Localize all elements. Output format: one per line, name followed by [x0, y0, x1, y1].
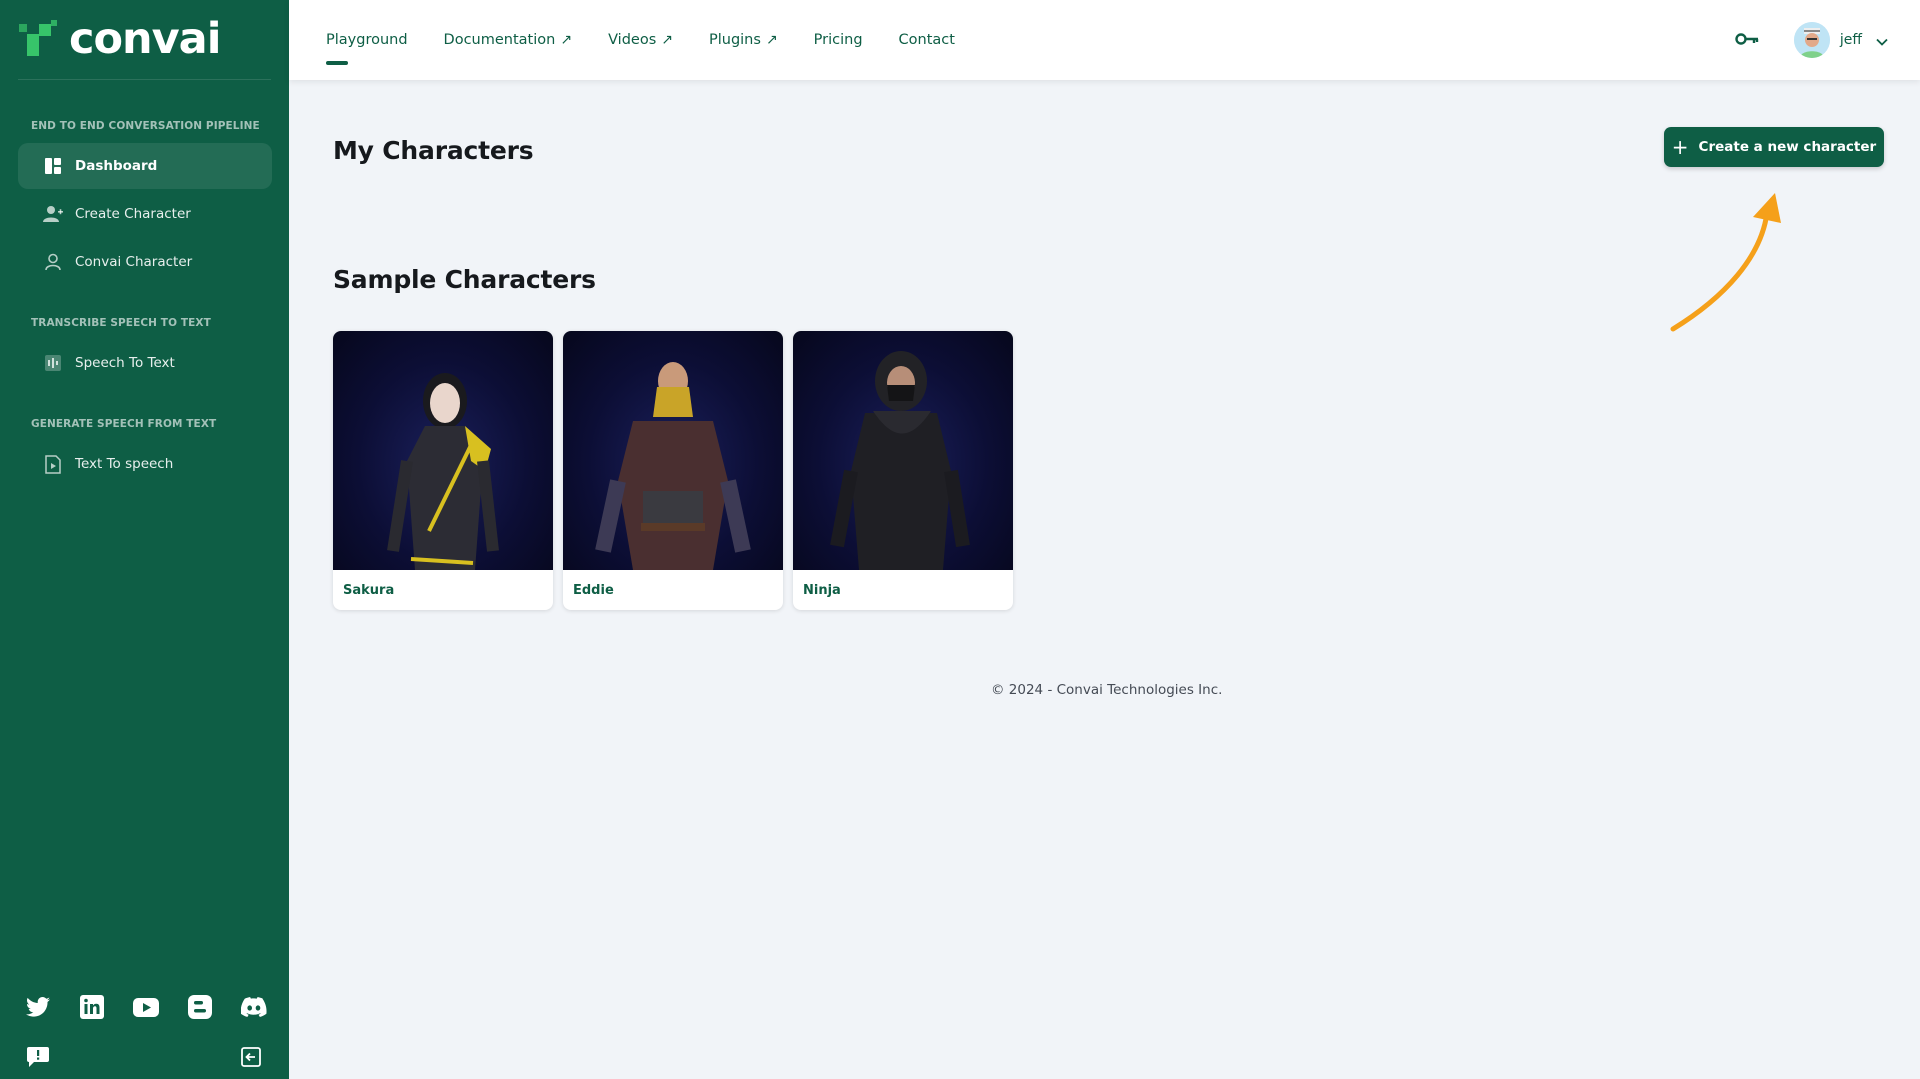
section-label-text-to-speech: GENERATE SPEECH FROM TEXT — [31, 418, 217, 430]
character-card-ninja[interactable]: Ninja — [793, 331, 1013, 610]
sidebar-item-label: Create Character — [75, 206, 191, 222]
linkedin-icon[interactable] — [78, 993, 106, 1021]
top-nav: Playground Documentation ↗ Videos ↗ Plugin… — [326, 0, 991, 80]
external-link-icon: ↗ — [661, 32, 673, 48]
sidebar-item-text-to-speech[interactable]: Text To speech — [18, 441, 272, 487]
section-label-pipeline: END TO END CONVERSATION PIPELINE — [31, 120, 260, 132]
top-bar: Playground Documentation ↗ Videos ↗ Plugin… — [289, 0, 1920, 80]
collapse-sidebar-icon[interactable] — [238, 1044, 264, 1070]
character-name: Sakura — [343, 582, 395, 598]
sidebar-item-label: Convai Character — [75, 254, 193, 270]
external-link-icon: ↗ — [765, 32, 778, 48]
sidebar-item-label: Text To speech — [75, 456, 174, 472]
api-key-icon[interactable] — [1734, 28, 1760, 50]
character-name: Eddie — [573, 582, 614, 598]
create-character-button[interactable]: + Create a new character — [1664, 127, 1884, 167]
dashboard-icon — [42, 155, 64, 177]
character-card-sakura[interactable]: Sakura — [333, 331, 553, 610]
sidebar: convai END TO END CONVERSATION PIPELINE … — [0, 0, 289, 1079]
user-outline-icon — [42, 251, 64, 273]
sidebar-item-dashboard[interactable]: Dashboard — [18, 143, 272, 189]
character-name: Ninja — [803, 582, 841, 598]
plus-icon: + — [1671, 135, 1689, 159]
copyright-footer: © 2024 - Convai Technologies Inc. — [991, 682, 1223, 698]
nav-link-contact[interactable]: Contact — [899, 32, 955, 48]
nav-link-pricing[interactable]: Pricing — [814, 32, 863, 48]
feedback-icon[interactable] — [25, 1044, 51, 1070]
user-plus-icon — [42, 203, 64, 225]
sample-characters-title: Sample Characters — [333, 265, 596, 294]
character-image — [563, 331, 783, 570]
blogger-icon[interactable] — [186, 993, 214, 1021]
logo-divider — [18, 79, 271, 80]
logo-text: convai — [69, 13, 221, 64]
document-play-icon — [42, 453, 64, 475]
sidebar-item-label: Dashboard — [75, 158, 158, 174]
sample-characters-list: Sakura Eddie Ninja — [333, 331, 1013, 610]
discord-icon[interactable] — [240, 993, 268, 1021]
nav-link-playground[interactable]: Playground — [326, 32, 408, 65]
create-character-label: Create a new character — [1698, 139, 1877, 155]
character-card-eddie[interactable]: Eddie — [563, 331, 783, 610]
nav-link-documentation[interactable]: Documentation ↗ — [444, 32, 573, 48]
convai-logo[interactable]: convai — [19, 13, 221, 64]
sidebar-item-create-character[interactable]: Create Character — [18, 191, 272, 237]
my-characters-title: My Characters — [333, 136, 534, 165]
user-menu[interactable]: jeff — [1793, 22, 1888, 58]
youtube-icon[interactable] — [132, 993, 160, 1021]
social-links — [24, 993, 268, 1021]
nav-link-videos[interactable]: Videos ↗ — [608, 32, 673, 48]
chevron-down-icon — [1876, 31, 1888, 50]
section-label-speech-to-text: TRANSCRIBE SPEECH TO TEXT — [31, 317, 211, 329]
waveform-icon — [42, 352, 64, 374]
avatar — [1793, 22, 1830, 58]
logo-mark-icon — [19, 20, 59, 58]
character-image — [793, 331, 1013, 570]
twitter-icon[interactable] — [24, 993, 52, 1021]
sidebar-item-label: Speech To Text — [75, 355, 175, 371]
sidebar-item-speech-to-text[interactable]: Speech To Text — [18, 340, 272, 386]
external-link-icon: ↗ — [560, 32, 573, 48]
hint-arrow-icon — [1670, 193, 1781, 332]
sidebar-item-convai-character[interactable]: Convai Character — [18, 239, 272, 285]
character-image — [333, 331, 553, 570]
nav-link-plugins[interactable]: Plugins ↗ — [709, 32, 778, 48]
username: jeff — [1839, 32, 1862, 48]
